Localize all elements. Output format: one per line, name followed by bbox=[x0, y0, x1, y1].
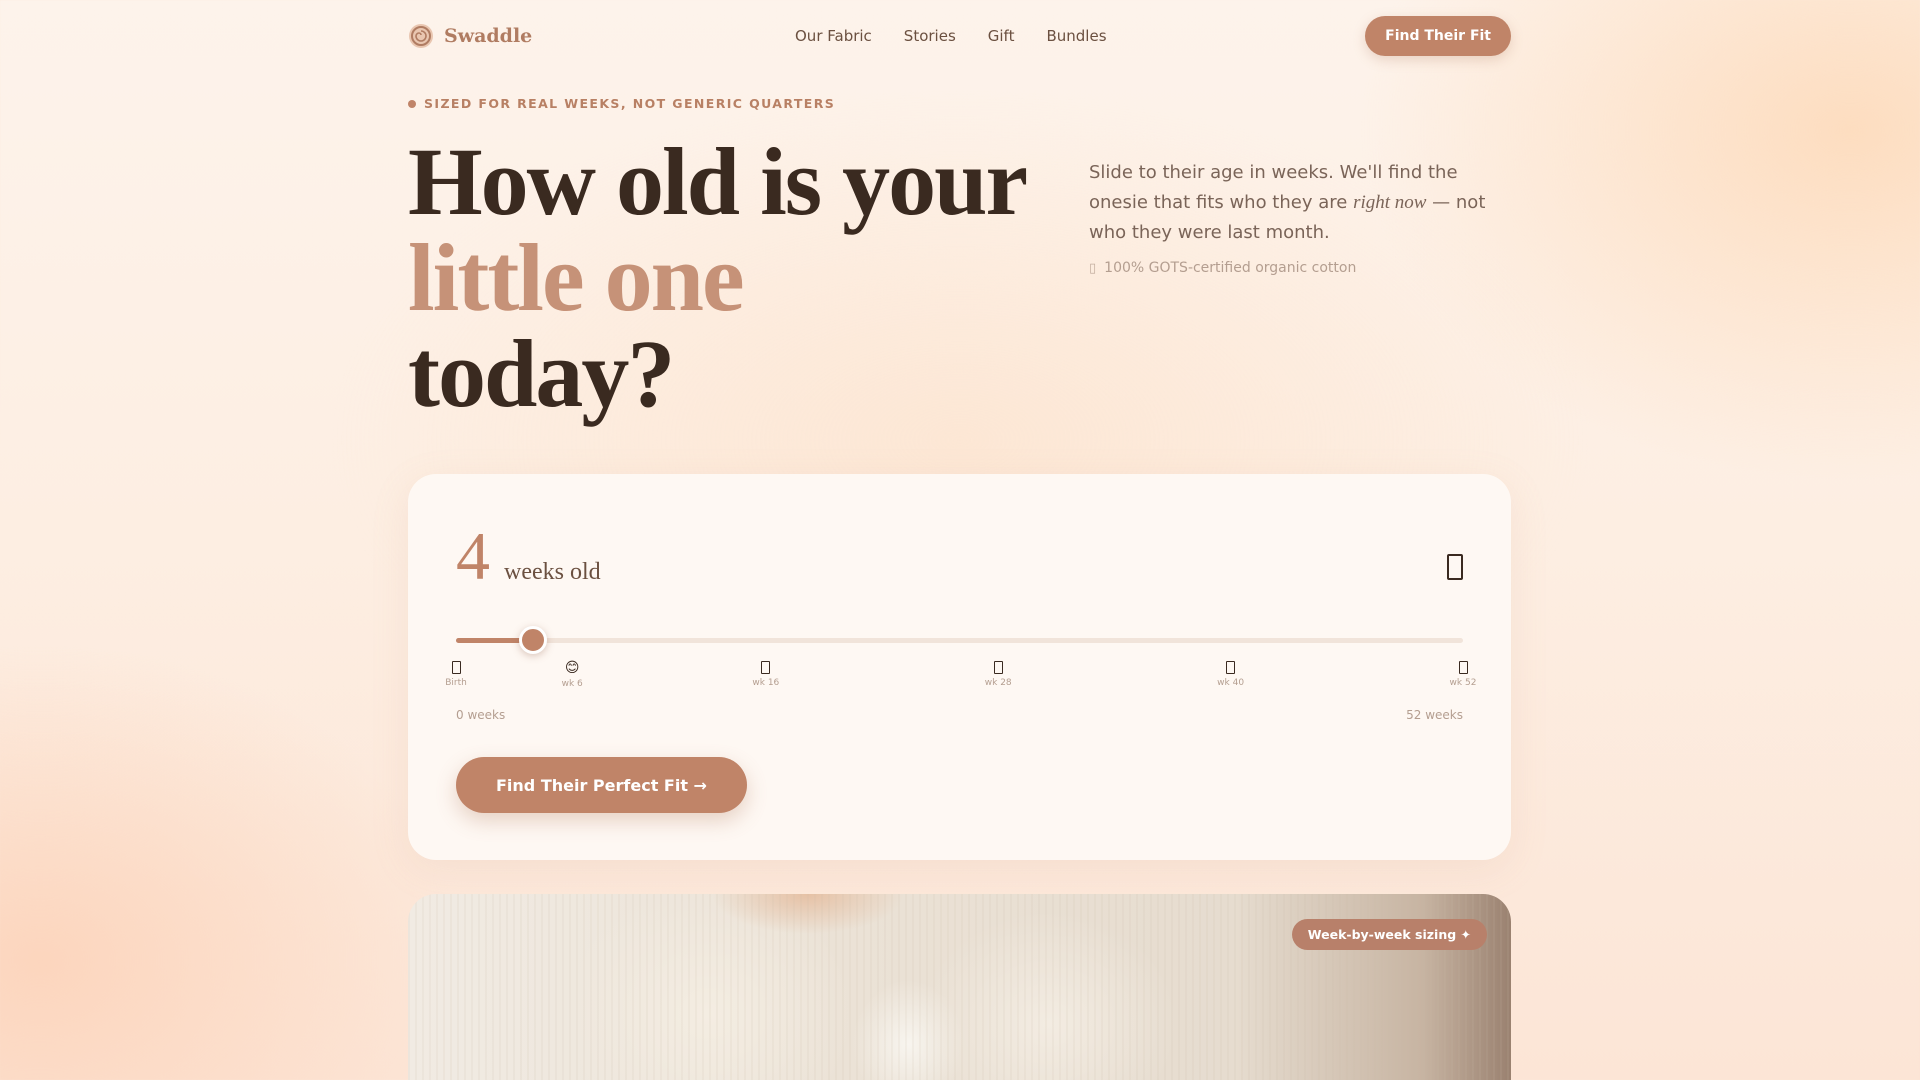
baby-icon bbox=[1447, 554, 1463, 580]
top-nav: Swaddle Our Fabric Stories Gift Bundles … bbox=[408, 0, 1511, 72]
milestone-label: Birth bbox=[445, 678, 467, 688]
hero-intro: Slide to their age in weeks. We'll find … bbox=[1089, 158, 1489, 276]
headline-line-1: How old is your bbox=[408, 128, 1028, 235]
hero-photo: Week-by-week sizing ✦ bbox=[408, 894, 1511, 1080]
nav-link-our-fabric[interactable]: Our Fabric bbox=[795, 27, 872, 45]
brand-name: Swaddle bbox=[444, 25, 533, 47]
certification-note: ▯ 100% GOTS-certified organic cotton bbox=[1089, 260, 1489, 276]
spiral-logo-icon bbox=[409, 24, 433, 48]
headline-line-2: little one bbox=[408, 224, 745, 331]
nav-link-bundles[interactable]: Bundles bbox=[1046, 27, 1106, 45]
baby-icon bbox=[761, 661, 771, 674]
eyebrow: SIZED FOR REAL WEEKS, NOT GENERIC QUARTE… bbox=[408, 96, 1511, 111]
milestone-52[interactable]: wk 52 bbox=[1433, 661, 1493, 688]
find-their-fit-button[interactable]: Find Their Fit bbox=[1365, 16, 1511, 56]
baby-icon bbox=[993, 661, 1003, 674]
intro-emphasis: right now bbox=[1353, 192, 1427, 213]
age-slider-thumb[interactable] bbox=[519, 626, 548, 654]
milestone-label: wk 40 bbox=[1217, 678, 1245, 688]
age-picker-card: 4 weeks old Birth 😊 wk 6 wk 16 wk 28 wk 40 wk … bbox=[408, 474, 1511, 860]
nav-links: Our Fabric Stories Gift Bundles bbox=[795, 27, 1107, 45]
smile-emoji: 😊 bbox=[564, 660, 580, 676]
week-by-week-badge: Week-by-week sizing ✦ bbox=[1291, 919, 1487, 950]
eyebrow-text: SIZED FOR REAL WEEKS, NOT GENERIC QUARTE… bbox=[424, 96, 836, 111]
milestone-16[interactable]: wk 16 bbox=[736, 661, 796, 688]
milestone-label: wk 52 bbox=[1449, 678, 1477, 688]
baby-icon bbox=[1226, 661, 1236, 674]
age-slider-track[interactable] bbox=[456, 626, 1463, 654]
baby-icon bbox=[1458, 661, 1468, 674]
milestone-0[interactable]: Birth bbox=[426, 661, 486, 688]
milestone-40[interactable]: wk 40 bbox=[1201, 661, 1261, 688]
range-min-label: 0 weeks bbox=[456, 708, 506, 722]
brand-logo[interactable]: Swaddle bbox=[408, 23, 532, 49]
intro-paragraph: Slide to their age in weeks. We'll find … bbox=[1089, 158, 1489, 248]
newborn-icon bbox=[451, 661, 461, 674]
eyebrow-dot bbox=[408, 99, 416, 108]
range-max-label: 52 weeks bbox=[1406, 708, 1463, 722]
nav-link-stories[interactable]: Stories bbox=[904, 27, 956, 45]
leaf-icon: ▯ bbox=[1089, 260, 1097, 276]
certification-text: 100% GOTS-certified organic cotton bbox=[1104, 260, 1357, 276]
milestone-label: wk 16 bbox=[752, 678, 780, 688]
milestone-28[interactable]: wk 28 bbox=[968, 661, 1028, 688]
age-value: 4 bbox=[456, 518, 490, 594]
headline-line-3: today? bbox=[408, 320, 675, 427]
milestone-label: wk 6 bbox=[561, 679, 583, 689]
age-readout: 4 weeks old bbox=[456, 522, 601, 590]
age-unit-label: weeks old bbox=[504, 559, 601, 585]
hero-headline: How old is your little one today? bbox=[408, 134, 1028, 422]
milestone-label: wk 28 bbox=[984, 678, 1012, 688]
find-perfect-fit-button[interactable]: Find Their Perfect Fit → bbox=[456, 757, 747, 813]
milestone-6[interactable]: 😊 wk 6 bbox=[542, 661, 602, 689]
nav-link-gift[interactable]: Gift bbox=[988, 27, 1015, 45]
